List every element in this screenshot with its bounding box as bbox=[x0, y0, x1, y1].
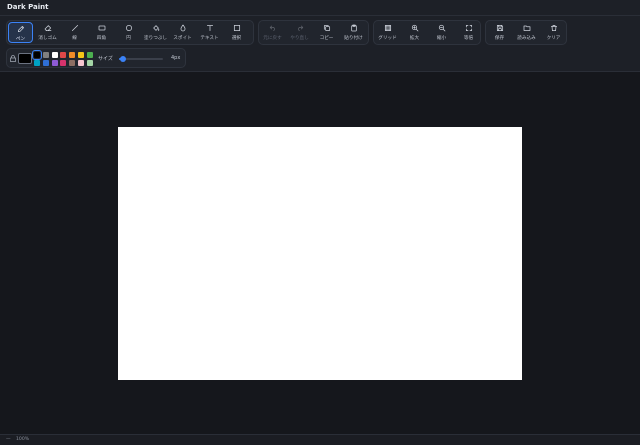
size-value: 4px bbox=[171, 55, 181, 61]
zoomin-button[interactable]: 拡大 bbox=[402, 22, 427, 43]
fullscreen-icon bbox=[456, 24, 481, 33]
droplet-icon bbox=[170, 24, 195, 33]
title-bar: Dark Paint bbox=[0, 0, 640, 16]
zoomout-button[interactable]: 縮小 bbox=[429, 22, 454, 43]
color-swatch[interactable] bbox=[69, 52, 76, 58]
circle-button[interactable]: 円 bbox=[116, 22, 141, 43]
color-swatch[interactable] bbox=[51, 52, 58, 58]
trash-icon bbox=[541, 24, 566, 33]
grid-icon bbox=[375, 24, 400, 33]
color-swatch[interactable] bbox=[86, 52, 93, 58]
undo-icon bbox=[260, 24, 285, 33]
fit-label: 等倍 bbox=[463, 36, 474, 41]
color-swatch[interactable] bbox=[42, 60, 49, 66]
current-color-swatch[interactable] bbox=[18, 53, 32, 64]
text-icon bbox=[197, 24, 222, 33]
status-bar: — 100% bbox=[0, 434, 640, 445]
color-swatch[interactable] bbox=[60, 60, 67, 66]
folder-icon bbox=[514, 24, 539, 33]
line-button[interactable]: 線 bbox=[62, 22, 87, 43]
view-group: グリッド 拡大 縮小等倍 bbox=[373, 20, 481, 45]
fill-button[interactable]: 塗りつぶし bbox=[143, 22, 168, 43]
paste-label: 貼り付け bbox=[344, 36, 363, 41]
color-swatch[interactable] bbox=[51, 60, 58, 66]
rect-button[interactable]: 四角 bbox=[89, 22, 114, 43]
clear-label: クリア bbox=[546, 36, 561, 41]
copy-icon bbox=[314, 24, 339, 33]
lock-icon bbox=[10, 55, 16, 62]
pen-button[interactable]: ペン bbox=[8, 22, 33, 43]
color-swatch[interactable] bbox=[78, 52, 84, 58]
edit-group: 元に戻す やり直し コピー 貼り付け bbox=[258, 20, 369, 45]
text-button[interactable]: テキスト bbox=[197, 22, 222, 43]
grid-button[interactable]: グリッド bbox=[375, 22, 400, 43]
size-slider[interactable] bbox=[119, 56, 163, 62]
select-label: 選択 bbox=[231, 36, 242, 41]
selection-icon bbox=[224, 24, 249, 33]
paste-icon bbox=[341, 24, 366, 33]
select-button[interactable]: 選択 bbox=[224, 22, 249, 43]
tool-group: ペン 消しゴム線四角円塗りつぶし スポイト テキスト選択 bbox=[6, 20, 254, 45]
line-icon bbox=[62, 24, 87, 33]
save-icon bbox=[487, 24, 512, 33]
color-size-panel: サイズ 4px bbox=[6, 48, 186, 68]
color-swatch[interactable] bbox=[86, 60, 93, 66]
eraser-button[interactable]: 消しゴム bbox=[35, 22, 60, 43]
color-swatch[interactable] bbox=[34, 60, 40, 66]
color-swatch[interactable] bbox=[60, 52, 67, 58]
color-swatch[interactable] bbox=[32, 50, 42, 60]
paste-button[interactable]: 貼り付け bbox=[341, 22, 366, 43]
open-button[interactable]: 読み込み bbox=[514, 22, 539, 43]
status-position: — bbox=[6, 437, 11, 442]
redo-button[interactable]: やり直し bbox=[287, 22, 312, 43]
size-label: サイズ bbox=[98, 56, 113, 62]
color-swatch[interactable] bbox=[78, 60, 84, 66]
rectangle-icon bbox=[89, 24, 114, 33]
drawing-canvas[interactable] bbox=[118, 127, 522, 380]
undo-button[interactable]: 元に戻す bbox=[260, 22, 285, 43]
pencil-icon bbox=[9, 25, 32, 34]
size-slider-handle[interactable] bbox=[119, 56, 126, 62]
circle-icon bbox=[116, 24, 141, 33]
zoom-in-icon bbox=[402, 24, 427, 33]
save-button[interactable]: 保存 bbox=[487, 22, 512, 43]
fit-button[interactable]: 等倍 bbox=[456, 22, 481, 43]
eyedropper-button[interactable]: スポイト bbox=[170, 22, 195, 43]
color-swatch[interactable] bbox=[69, 60, 76, 66]
toolbar: ペン 消しゴム線四角円塗りつぶし スポイト テキスト選択 元に戻す やり直し コピー 貼り付… bbox=[0, 16, 640, 72]
copy-button[interactable]: コピー bbox=[314, 22, 339, 43]
zoom-out-icon bbox=[429, 24, 454, 33]
paint-bucket-icon bbox=[143, 24, 168, 33]
color-swatch[interactable] bbox=[42, 52, 49, 58]
status-zoom: 100% bbox=[16, 437, 30, 442]
eraser-icon bbox=[35, 24, 60, 33]
clear-button[interactable]: クリア bbox=[541, 22, 566, 43]
app-title: Dark Paint bbox=[7, 3, 49, 11]
redo-icon bbox=[287, 24, 312, 33]
file-group: 保存 読み込みクリア bbox=[485, 20, 567, 45]
